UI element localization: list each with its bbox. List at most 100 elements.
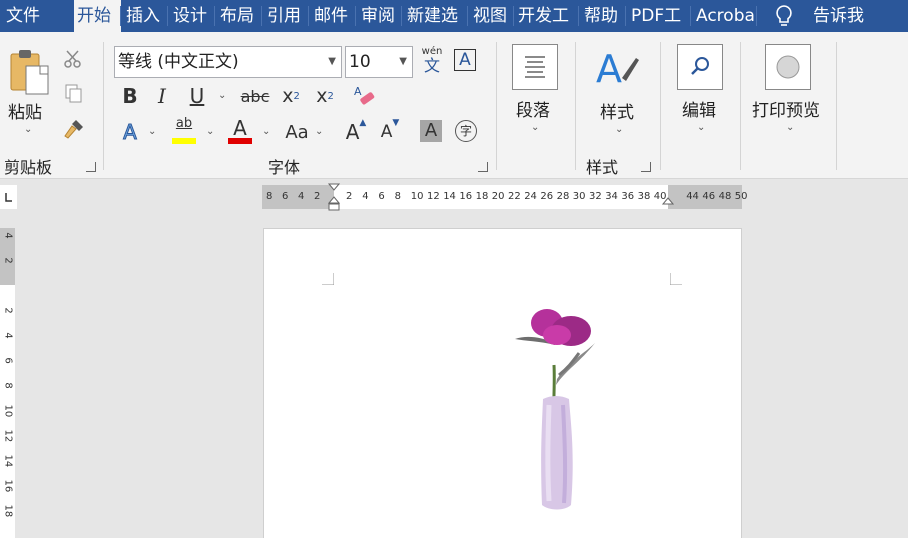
- indent-markers-icon[interactable]: [328, 183, 340, 211]
- change-case-dropdown-caret[interactable]: ⌄: [315, 126, 323, 137]
- grow-font-button[interactable]: A ▲: [344, 118, 368, 146]
- flower-vase-image[interactable]: [509, 305, 609, 515]
- ruler-number: 46: [702, 191, 716, 202]
- character-border-button[interactable]: A: [454, 49, 476, 71]
- font-dialog-launcher[interactable]: [478, 162, 488, 172]
- highlight-color-swatch: [172, 138, 196, 144]
- text-effects-dropdown-caret[interactable]: ⌄: [148, 126, 156, 137]
- subscript-button[interactable]: x2: [278, 82, 304, 110]
- highlight-icon-text: ab: [175, 116, 193, 131]
- clipboard-dialog-launcher[interactable]: [86, 162, 96, 172]
- ruler-number: 44: [686, 191, 699, 202]
- format-painter-icon[interactable]: [62, 118, 86, 140]
- print-preview-icon[interactable]: [765, 44, 811, 90]
- tab-review[interactable]: 审阅: [358, 0, 405, 32]
- clear-formatting-icon[interactable]: A: [352, 82, 376, 110]
- superscript-button[interactable]: x2: [312, 82, 338, 110]
- tab-acrobat[interactable]: Acroba: [693, 0, 754, 32]
- font-size-dropdown-icon[interactable]: ▼: [399, 47, 407, 77]
- tab-view[interactable]: 视图: [470, 0, 517, 32]
- font-color-icon-text: A: [233, 116, 247, 140]
- tab-insert[interactable]: 插入: [123, 0, 170, 32]
- bold-button[interactable]: B: [118, 82, 142, 110]
- change-case-button[interactable]: Aa: [282, 118, 312, 146]
- paste-dropdown-caret[interactable]: ⌄: [24, 124, 32, 135]
- ribbon: 粘贴 ⌄ 剪贴板 等线 (中文正文) ▼ 10 ▼ wén 文 A B I U …: [0, 32, 908, 179]
- print-preview-button[interactable]: 打印预览: [752, 96, 820, 121]
- ruler-number: 48: [718, 191, 732, 202]
- font-name-combobox[interactable]: 等线 (中文正文) ▼: [114, 46, 342, 78]
- tab-home[interactable]: 开始: [74, 0, 121, 32]
- tab-references[interactable]: 引用: [264, 0, 311, 32]
- copy-icon[interactable]: [62, 82, 84, 104]
- ruler-number: 24: [524, 191, 537, 202]
- ruler-number: 6: [282, 191, 289, 202]
- styles-group-label: 样式: [586, 158, 619, 177]
- ruler-number: 4: [362, 191, 369, 202]
- vruler-number: 6: [2, 357, 14, 364]
- tab-layout[interactable]: 布局: [217, 0, 264, 32]
- cut-icon[interactable]: [62, 48, 84, 70]
- lightbulb-icon[interactable]: [772, 4, 796, 28]
- editing-button[interactable]: 编辑: [682, 96, 716, 121]
- vertical-ruler[interactable]: 4 2 2 4 6 8 10 12 14 16 18: [0, 228, 15, 538]
- editing-dropdown-caret[interactable]: ⌄: [697, 122, 705, 133]
- paragraph-button[interactable]: 段落: [516, 96, 550, 121]
- font-name-dropdown-icon[interactable]: ▼: [328, 47, 336, 77]
- ruler-number: 8: [394, 191, 401, 202]
- highlight-dropdown-caret[interactable]: ⌄: [206, 126, 214, 137]
- ruler-number: 12: [427, 191, 440, 202]
- grow-font-letter: A: [345, 120, 360, 144]
- ruler-number: 14: [443, 191, 456, 202]
- styles-button[interactable]: 样式: [600, 98, 634, 123]
- font-size-value: 10: [349, 52, 371, 72]
- paragraph-dropdown-caret[interactable]: ⌄: [531, 122, 539, 133]
- styles-dropdown-caret[interactable]: ⌄: [615, 124, 623, 135]
- font-size-combobox[interactable]: 10 ▼: [345, 46, 413, 78]
- ruler-number: 4: [298, 191, 305, 202]
- ruler-number: 16: [459, 191, 473, 202]
- clipboard-paste-icon[interactable]: [8, 48, 52, 96]
- styles-icon[interactable]: A: [594, 44, 640, 90]
- character-shading-button[interactable]: A: [420, 120, 442, 142]
- text-effects-button[interactable]: A: [118, 118, 142, 146]
- superscript-letter: x: [316, 85, 328, 107]
- ruler-number: 2: [314, 191, 321, 202]
- paragraph-icon[interactable]: [512, 44, 558, 90]
- underline-dropdown-caret[interactable]: ⌄: [218, 90, 226, 101]
- vruler-number: 2: [2, 257, 14, 264]
- subscript-mark: 2: [293, 90, 300, 102]
- enclose-characters-button[interactable]: 字: [455, 120, 477, 142]
- tell-me-search[interactable]: 告诉我: [810, 0, 883, 32]
- ruler-number: 34: [605, 191, 618, 202]
- tab-mailings[interactable]: 邮件: [311, 0, 358, 32]
- tab-pdf-tools[interactable]: PDF工: [628, 0, 693, 32]
- underline-button[interactable]: U: [184, 82, 210, 110]
- tab-new-selection[interactable]: 新建选: [404, 0, 471, 32]
- tab-selector[interactable]: [0, 185, 17, 209]
- print-preview-dropdown-caret[interactable]: ⌄: [786, 122, 794, 133]
- document-page[interactable]: [264, 229, 741, 538]
- ruler-number: 10: [410, 191, 424, 202]
- italic-button[interactable]: I: [150, 82, 174, 110]
- tab-help[interactable]: 帮助: [581, 0, 628, 32]
- tab-file[interactable]: 文件: [3, 0, 58, 32]
- shrink-font-button[interactable]: A ▼: [378, 118, 402, 146]
- vruler-number: 10: [2, 404, 14, 418]
- margin-corner-icon: [322, 273, 334, 285]
- phonetic-guide-button[interactable]: wén 文: [420, 46, 444, 76]
- styles-dialog-launcher[interactable]: [641, 162, 651, 172]
- highlight-button[interactable]: ab: [170, 116, 198, 146]
- ruler-number: 22: [508, 191, 521, 202]
- search-icon[interactable]: [677, 44, 723, 90]
- tab-design[interactable]: 设计: [170, 0, 217, 32]
- right-indent-marker-icon[interactable]: [662, 197, 674, 209]
- font-color-dropdown-caret[interactable]: ⌄: [262, 126, 270, 137]
- strikethrough-button[interactable]: abc: [240, 84, 270, 108]
- ruler-number: 50: [734, 191, 748, 202]
- paste-button[interactable]: 粘贴: [8, 98, 42, 123]
- ribbon-tab-bar: 文件 开始 插入 设计 布局 引用 邮件 审阅 新建选 视图 开发工 帮助 PD…: [0, 0, 908, 32]
- tab-developer[interactable]: 开发工: [515, 0, 582, 32]
- font-color-button[interactable]: A: [226, 116, 254, 146]
- horizontal-ruler[interactable]: 8642 2 4 6 8 10 12 14 16 18 20 22 24 26 28 30 32 34 36 38 4…: [262, 183, 748, 211]
